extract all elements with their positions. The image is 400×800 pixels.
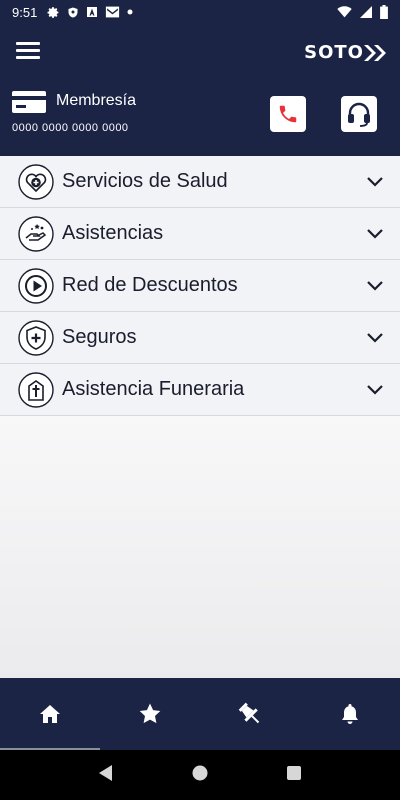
membership-label: Membresía bbox=[56, 92, 137, 109]
home-icon bbox=[40, 705, 60, 723]
service-item-seguros[interactable]: Seguros bbox=[0, 312, 400, 364]
bottom-navigation bbox=[0, 678, 400, 750]
chevron-down-icon bbox=[367, 177, 383, 187]
service-item-asistencias[interactable]: Asistencias bbox=[0, 208, 400, 260]
shield-icon bbox=[68, 7, 78, 17]
nav-tab-notifications[interactable] bbox=[300, 678, 400, 750]
hamburger-menu-button[interactable] bbox=[16, 42, 40, 62]
play-icon bbox=[18, 268, 54, 304]
phone-icon bbox=[279, 105, 297, 123]
service-label: Asistencia Funeraria bbox=[62, 378, 245, 400]
status-system-icons bbox=[337, 5, 388, 19]
nav-tab-home[interactable] bbox=[0, 678, 100, 750]
system-recents-button[interactable] bbox=[286, 765, 302, 786]
shield-plus-icon bbox=[18, 320, 54, 356]
heart-plus-icon bbox=[18, 164, 54, 200]
cross-icon bbox=[18, 372, 54, 408]
service-item-red-de-descuentos[interactable]: Red de Descuentos bbox=[0, 260, 400, 312]
chevron-down-icon bbox=[367, 333, 383, 343]
chevron-down-icon bbox=[367, 385, 383, 395]
app-header: SOTO Membresía 0000 0000 0000 0000 bbox=[0, 24, 400, 156]
service-label: Asistencias bbox=[62, 222, 164, 244]
service-label: Red de Descuentos bbox=[62, 274, 238, 296]
battery-icon bbox=[380, 5, 388, 19]
back-icon bbox=[99, 764, 113, 781]
services-list: Servicios de Salud Asistencias Red de De… bbox=[0, 156, 400, 678]
status-bar: 9:51 bbox=[0, 0, 400, 24]
chevron-down-icon bbox=[367, 281, 383, 291]
wifi-icon bbox=[337, 6, 352, 18]
star-icon bbox=[139, 703, 161, 724]
mail-icon bbox=[106, 6, 120, 18]
nav-tab-favorites[interactable] bbox=[100, 678, 200, 750]
system-navigation-bar bbox=[0, 750, 400, 800]
credit-card-icon bbox=[12, 91, 46, 113]
service-item-servicios-de-salud[interactable]: Servicios de Salud bbox=[0, 156, 400, 208]
menu-bar bbox=[16, 56, 40, 59]
pin-icon bbox=[238, 702, 260, 724]
status-notification-icons bbox=[47, 6, 133, 19]
headset-icon bbox=[348, 102, 370, 127]
system-back-button[interactable] bbox=[98, 764, 114, 787]
a-icon bbox=[87, 7, 98, 17]
bell-icon bbox=[342, 704, 358, 724]
logo-text: SOTO bbox=[304, 42, 364, 63]
nav-tab-pinned[interactable] bbox=[200, 678, 300, 750]
service-label: Seguros bbox=[62, 326, 137, 348]
call-button[interactable] bbox=[270, 96, 306, 132]
home-circle-icon bbox=[192, 765, 208, 780]
service-item-asistencia-funeraria[interactable]: Asistencia Funeraria bbox=[0, 364, 400, 416]
support-button[interactable] bbox=[341, 96, 377, 132]
dot-icon bbox=[127, 9, 133, 15]
logo-chevrons-icon bbox=[364, 44, 386, 61]
signal-icon bbox=[360, 6, 372, 18]
soto-logo: SOTO bbox=[304, 42, 386, 63]
gear-icon bbox=[47, 6, 59, 18]
card-number: 0000 0000 0000 0000 bbox=[12, 122, 129, 134]
service-label: Servicios de Salud bbox=[62, 170, 228, 192]
system-home-button[interactable] bbox=[191, 764, 209, 787]
status-time: 9:51 bbox=[12, 4, 38, 20]
menu-bar bbox=[16, 42, 40, 45]
chevron-down-icon bbox=[367, 229, 383, 239]
menu-bar bbox=[16, 49, 40, 52]
recents-icon bbox=[286, 765, 301, 780]
hand-assist-icon bbox=[18, 216, 54, 252]
